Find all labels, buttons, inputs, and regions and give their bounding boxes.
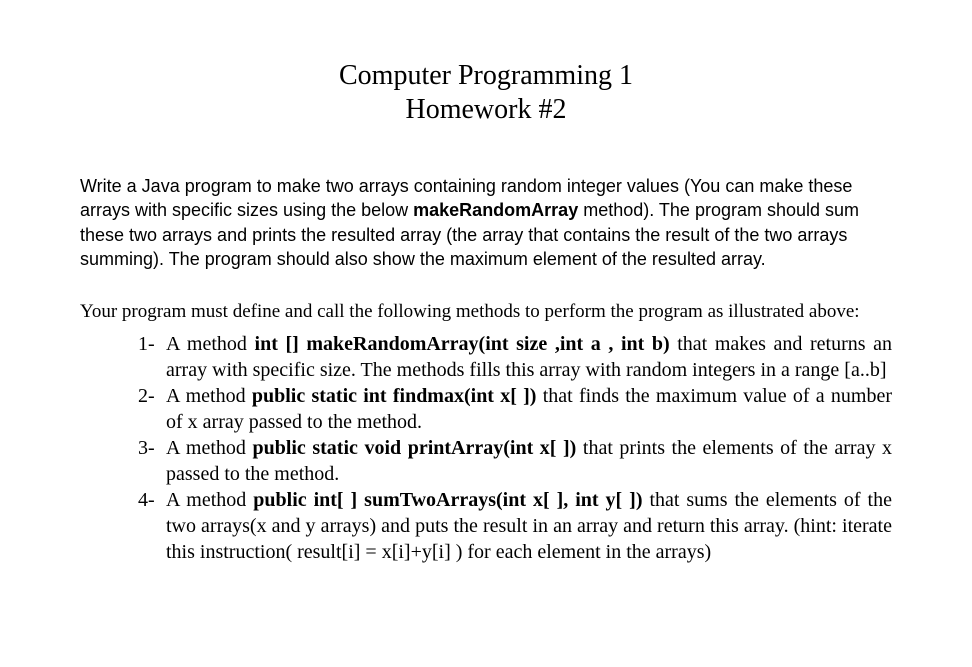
item-pre: A method: [166, 333, 255, 355]
intro-method-name: makeRandomArray: [413, 200, 578, 220]
method-signature: public static int findmax(int x[ ]): [252, 385, 537, 407]
list-marker: 2-: [138, 383, 155, 409]
list-item: 2- A method public static int findmax(in…: [138, 383, 892, 435]
method-signature: int [] makeRandomArray(int size ,int a ,…: [255, 333, 670, 355]
list-item: 4- A method public int[ ] sumTwoArrays(i…: [138, 487, 892, 565]
method-signature: public int[ ] sumTwoArrays(int x[ ], int…: [253, 489, 642, 511]
page-title: Computer Programming 1: [80, 60, 892, 92]
list-marker: 1-: [138, 331, 155, 357]
page-subtitle: Homework #2: [80, 94, 892, 126]
list-marker: 4-: [138, 487, 155, 513]
method-signature: public static void printArray(int x[ ]): [252, 437, 576, 459]
methods-list: 1- A method int [] makeRandomArray(int s…: [80, 331, 892, 565]
methods-intro: Your program must define and call the fo…: [80, 299, 892, 325]
item-pre: A method: [166, 437, 252, 459]
list-marker: 3-: [138, 435, 155, 461]
item-pre: A method: [166, 489, 253, 511]
item-pre: A method: [166, 385, 252, 407]
intro-paragraph: Write a Java program to make two arrays …: [80, 174, 892, 271]
list-item: 3- A method public static void printArra…: [138, 435, 892, 487]
list-item: 1- A method int [] makeRandomArray(int s…: [138, 331, 892, 383]
